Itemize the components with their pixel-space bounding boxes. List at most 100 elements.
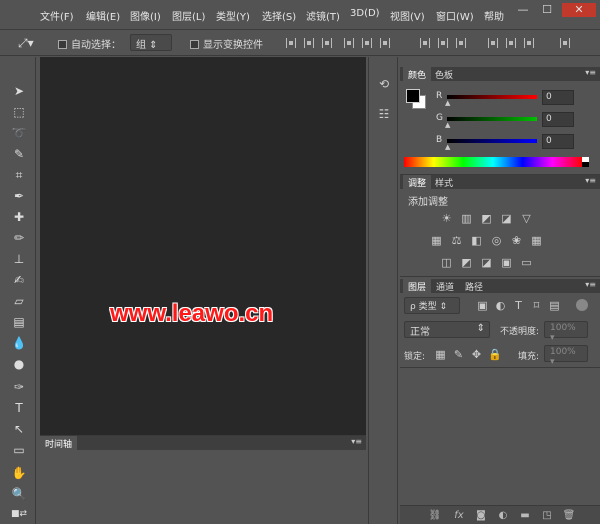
slider-handle-icon[interactable]: ▲ — [445, 143, 450, 151]
path-select-tool-icon[interactable]: ↖ — [6, 419, 32, 439]
gradient-tool-icon[interactable]: ▤ — [6, 312, 32, 332]
tab-paths[interactable]: 路径 — [460, 279, 488, 293]
hue-saturation-icon[interactable]: ▦ — [430, 235, 443, 247]
link-layers-icon[interactable]: ⛓ — [428, 510, 442, 522]
green-value-field[interactable]: 0 — [542, 112, 574, 127]
blur-tool-icon[interactable]: 💧 — [6, 333, 32, 353]
exposure-icon[interactable]: ◪ — [500, 213, 513, 225]
red-value-field[interactable]: 0 — [542, 90, 574, 105]
blend-mode-dropdown[interactable]: 正常 ⇕ — [404, 321, 490, 338]
align-left-icon[interactable] — [344, 38, 354, 48]
type-tool-icon[interactable]: T — [6, 398, 32, 418]
tab-adjustments[interactable]: 调整 — [403, 175, 432, 189]
new-adjustment-layer-icon[interactable]: ◐ — [496, 510, 510, 522]
slider-handle-icon[interactable]: ▲ — [445, 99, 450, 107]
tab-swatches[interactable]: 色板 — [430, 67, 458, 81]
menu-file[interactable]: 文件(F) — [40, 8, 74, 23]
distribute-top-icon[interactable] — [420, 38, 430, 48]
blue-slider[interactable] — [447, 139, 537, 143]
color-swatch-icon[interactable]: ■⇄ — [6, 504, 32, 524]
panel-menu-icon[interactable]: ▾≡ — [585, 68, 596, 77]
filter-adjustment-icon[interactable]: ◐ — [494, 300, 507, 312]
black-white-swatch[interactable] — [582, 157, 589, 167]
filter-toggle-icon[interactable] — [576, 299, 588, 311]
hand-tool-icon[interactable]: ✋ — [6, 463, 32, 483]
eraser-tool-icon[interactable]: ▱ — [6, 291, 32, 311]
align-top-icon[interactable] — [286, 38, 296, 48]
foreground-color-swatch[interactable] — [406, 89, 420, 103]
new-layer-icon[interactable]: ◳ — [540, 510, 554, 522]
align-vcenter-icon[interactable] — [304, 38, 314, 48]
menu-type[interactable]: 类型(Y) — [216, 8, 250, 23]
align-bottom-icon[interactable] — [322, 38, 332, 48]
layers-list[interactable] — [400, 367, 600, 505]
move-tool-icon[interactable]: ➤ — [6, 81, 32, 101]
gradient-map-icon[interactable]: ▭ — [520, 257, 533, 269]
panel-menu-icon[interactable]: ▾≡ — [351, 437, 362, 446]
crop-tool-icon[interactable]: ⌗ — [6, 165, 32, 185]
distribute-left-icon[interactable] — [488, 38, 498, 48]
add-mask-icon[interactable]: ◙ — [474, 510, 488, 522]
opacity-field[interactable]: 100% ▾ — [544, 321, 588, 343]
close-button[interactable]: ✕ — [562, 3, 596, 17]
zoom-tool-icon[interactable]: 🔍 — [6, 484, 32, 504]
maximize-button[interactable]: ☐ — [536, 3, 558, 17]
color-lookup-icon[interactable]: ▦ — [530, 235, 543, 247]
green-slider[interactable] — [447, 117, 537, 121]
history-icon[interactable]: ⟲ — [375, 77, 393, 93]
menu-layer[interactable]: 图层(L) — [172, 8, 205, 23]
menu-select[interactable]: 选择(S) — [262, 8, 296, 23]
invert-icon[interactable]: ◫ — [440, 257, 453, 269]
black-white-icon[interactable]: ◧ — [470, 235, 483, 247]
slider-handle-icon[interactable]: ▲ — [445, 121, 450, 129]
menu-3d[interactable]: 3D(D) — [350, 8, 380, 19]
distribute-right-icon[interactable] — [524, 38, 534, 48]
move-tool-icon[interactable]: ⤢▾ — [18, 36, 34, 51]
layer-filter-dropdown[interactable]: ρ 类型 ⇕ — [404, 297, 460, 314]
lasso-tool-icon[interactable]: ➰ — [6, 123, 32, 143]
red-slider[interactable] — [447, 95, 537, 99]
photo-filter-icon[interactable]: ◎ — [490, 235, 503, 247]
lock-transparent-icon[interactable]: ▦ — [434, 349, 447, 361]
tab-channels[interactable]: 通道 — [431, 279, 459, 293]
menu-edit[interactable]: 编辑(E) — [86, 8, 120, 23]
distribute-hcenter-icon[interactable] — [506, 38, 516, 48]
menu-view[interactable]: 视图(V) — [390, 8, 425, 23]
marquee-tool-icon[interactable]: ⬚ — [6, 102, 32, 122]
filter-pixel-icon[interactable]: ▣ — [476, 300, 489, 312]
lock-all-icon[interactable]: 🔒 — [488, 349, 502, 361]
brush-tool-icon[interactable]: ✏ — [6, 228, 32, 248]
document-canvas[interactable] — [40, 57, 366, 435]
lock-position-icon[interactable]: ✥ — [470, 349, 483, 361]
eyedropper-tool-icon[interactable]: ✒ — [6, 186, 32, 206]
color-spectrum-bar[interactable] — [404, 157, 582, 167]
tab-layers[interactable]: 图层 — [403, 279, 432, 293]
new-group-icon[interactable]: ▬ — [518, 510, 532, 522]
selective-color-icon[interactable]: ▣ — [500, 257, 513, 269]
show-transform-checkbox[interactable]: 显示变换控件 — [190, 36, 263, 51]
blue-value-field[interactable]: 0 — [542, 134, 574, 149]
menu-image[interactable]: 图像(I) — [130, 8, 161, 23]
filter-smart-object-icon[interactable]: ▤ — [548, 300, 561, 312]
vibrance-icon[interactable]: ▽ — [520, 213, 533, 225]
tab-styles[interactable]: 样式 — [430, 175, 458, 189]
pen-tool-icon[interactable]: ✑ — [6, 377, 32, 397]
distribute-bottom-icon[interactable] — [456, 38, 466, 48]
clone-stamp-tool-icon[interactable]: ⊥ — [6, 249, 32, 269]
auto-select-dropdown[interactable]: 组 ⇕ — [130, 34, 172, 51]
history-brush-tool-icon[interactable]: ✍ — [6, 270, 32, 290]
lock-pixels-icon[interactable]: ✎ — [452, 349, 465, 361]
brightness-icon[interactable]: ☀ — [440, 213, 453, 225]
healing-brush-tool-icon[interactable]: ✚ — [6, 207, 32, 227]
menu-filter[interactable]: 滤镜(T) — [306, 8, 340, 23]
menu-help[interactable]: 帮助 — [484, 8, 504, 23]
fill-field[interactable]: 100% ▾ — [544, 345, 588, 367]
properties-icon[interactable]: ☷ — [375, 107, 393, 123]
color-balance-icon[interactable]: ⚖ — [450, 235, 463, 247]
dodge-tool-icon[interactable]: ● — [6, 354, 32, 374]
quick-select-tool-icon[interactable]: ✎ — [6, 144, 32, 164]
levels-icon[interactable]: ▥ — [460, 213, 473, 225]
layer-style-icon[interactable]: fx — [452, 510, 466, 522]
curves-icon[interactable]: ◩ — [480, 213, 493, 225]
posterize-icon[interactable]: ◩ — [460, 257, 473, 269]
